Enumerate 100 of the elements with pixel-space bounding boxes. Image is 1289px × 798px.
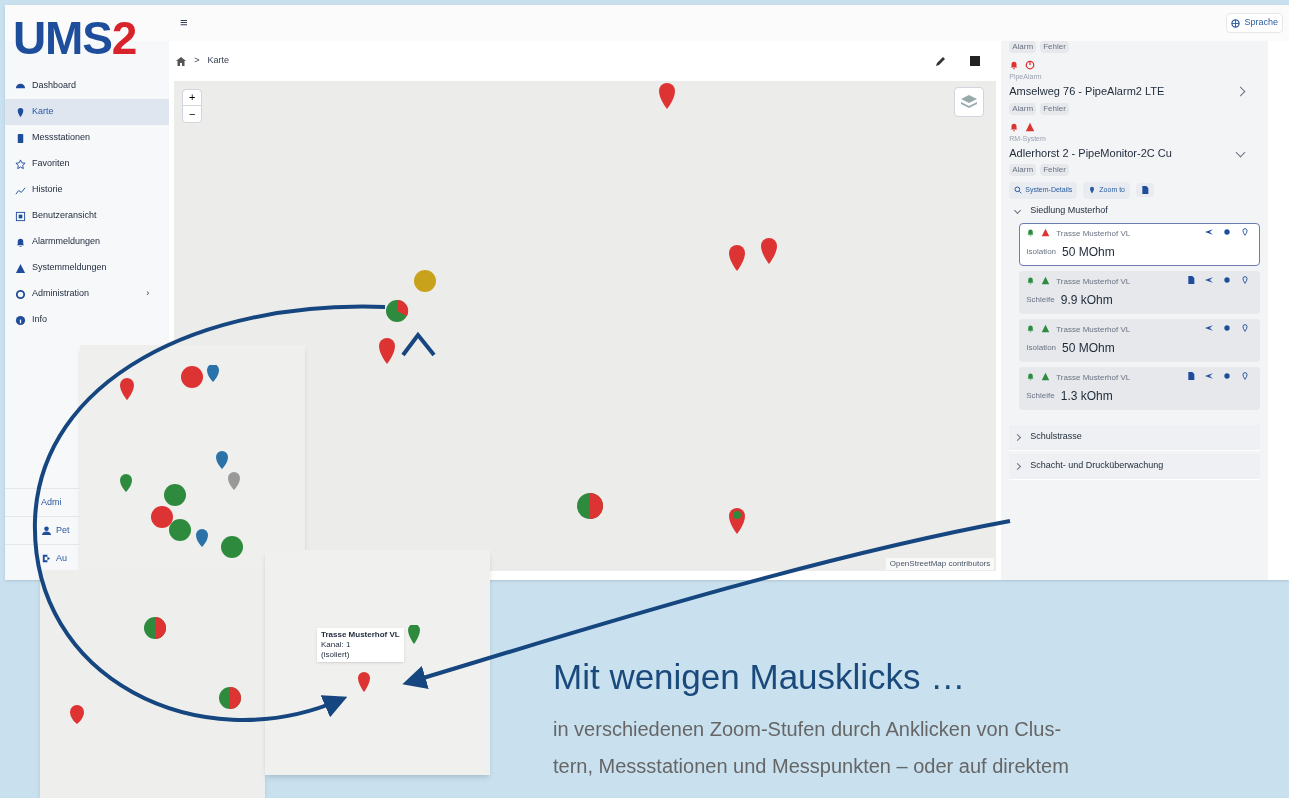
star-icon (15, 158, 26, 170)
breadcrumb-separator: > (194, 54, 200, 68)
body-text: in verschiedenen Zoom-Stufen durch Anklicken von Clus- (553, 716, 1063, 742)
send-icon (1205, 371, 1214, 380)
measuring-point-card[interactable]: Trasse Musterhof VL Isolation 50 MOhm (1019, 222, 1261, 266)
map-attribution: OpenStreetMap contributors (885, 558, 995, 570)
zoom-out-button[interactable]: − (183, 106, 202, 122)
send-icon (1205, 323, 1214, 332)
measure-label: Isolation (1026, 245, 1057, 258)
logo: UMS2 (12, 15, 138, 61)
map-pin-icon (1241, 275, 1250, 284)
status-chip: Alarm (1009, 102, 1037, 115)
document-icon (1187, 371, 1196, 380)
map-pin-icon (15, 106, 26, 118)
sidebar-item[interactable]: Admi (5, 488, 79, 516)
chevron-mark (401, 331, 436, 357)
body-text: tern, Messstationen und Messpunkten – oder auf direktem (553, 753, 1069, 779)
device-icon (15, 132, 26, 144)
measuring-point-card[interactable]: Trasse Musterhof VL Schleife 1.3 kOhm (1019, 366, 1261, 410)
user-icon (41, 525, 52, 536)
measure-value: 50 MOhm (1062, 339, 1115, 357)
map-tooltip: Trasse Musterhof VL Kanal: 1 (isoliert) (317, 628, 404, 662)
measuring-point-card[interactable]: Trasse Musterhof VL Isolation 50 MOhm (1019, 318, 1261, 362)
document-icon (1141, 186, 1149, 195)
circle-icon (1223, 227, 1232, 236)
language-button[interactable]: Sprache (1226, 13, 1283, 33)
warning-icon (1041, 275, 1051, 285)
bell-icon (1009, 60, 1020, 70)
document-icon (1187, 275, 1196, 284)
sidebar-item[interactable]: Systemmeldungen (5, 255, 170, 281)
measure-value: 50 MOhm (1062, 243, 1115, 261)
group-header[interactable]: Siedlung Musterhof (1009, 201, 1261, 220)
sidebar-item[interactable]: Administration › (5, 281, 170, 307)
point-name: Trasse Musterhof VL (1056, 275, 1132, 288)
measure-value: 1.3 kOhm (1060, 387, 1113, 405)
menu-button[interactable]: ≡ (180, 13, 188, 33)
stop-icon[interactable] (970, 56, 981, 66)
home-icon[interactable] (176, 56, 187, 66)
view-icon (15, 210, 26, 222)
system-name[interactable]: Adlerhorst 2 - PipeMonitor-2C Cu (1009, 144, 1172, 161)
system-name[interactable]: Amselweg 76 - PipeAlarm2 LTE (1009, 83, 1165, 100)
measure-label: Schleife (1026, 389, 1055, 402)
status-chip: Fehler (1040, 164, 1069, 176)
sidebar-item[interactable]: Alarmmeldungen (5, 229, 170, 255)
measure-label: Schleife (1026, 293, 1055, 306)
group-header[interactable]: Schacht- und Drucküberwachung (1009, 453, 1261, 480)
status-chip: Alarm (1009, 41, 1037, 53)
map-pin-icon (1088, 186, 1097, 195)
warning-icon (1025, 121, 1036, 132)
breadcrumb-link[interactable]: Karte (207, 54, 230, 68)
circle-icon (1223, 275, 1232, 284)
globe-icon (1231, 18, 1241, 28)
sidebar-item[interactable]: Info (5, 307, 170, 333)
status-chip: Fehler (1040, 102, 1069, 115)
status-chip: Alarm (1009, 164, 1037, 176)
map-pin-icon (1241, 227, 1250, 236)
logout-icon (41, 553, 52, 564)
measuring-point-card[interactable]: Trasse Musterhof VL Schleife 9.9 kOhm (1019, 270, 1261, 314)
sidebar-item[interactable]: Historie (5, 177, 170, 203)
warning-icon (1041, 323, 1051, 333)
bell-icon (1026, 275, 1036, 285)
settings-icon (15, 288, 26, 300)
map-pin-icon (1241, 323, 1250, 332)
document-button[interactable] (1136, 183, 1154, 198)
warning-icon (1041, 227, 1051, 237)
measure-label: Isolation (1026, 341, 1057, 354)
bell-icon (1009, 121, 1020, 132)
warning-icon (15, 262, 26, 274)
bell-icon (1026, 371, 1036, 381)
sidebar-item[interactable]: Pet (5, 516, 79, 544)
circle-icon (1223, 371, 1232, 380)
point-name: Trasse Musterhof VL (1056, 323, 1132, 336)
headline: Mit wenigen Mausklicks … (553, 656, 967, 698)
map[interactable]: + − OpenStreetMap contributors (174, 81, 997, 571)
point-name: Trasse Musterhof VL (1056, 371, 1132, 384)
sidebar-item[interactable]: Benutzeransicht (5, 203, 170, 229)
measure-value: 9.9 kOhm (1060, 291, 1113, 309)
layers-button[interactable] (954, 87, 985, 117)
sidebar-item[interactable]: Messstationen (5, 125, 170, 151)
send-icon (1205, 227, 1214, 236)
warning-icon (1041, 371, 1051, 381)
layers-icon (961, 95, 978, 109)
info-icon (15, 314, 26, 326)
chart-icon (15, 184, 26, 196)
map-pin-icon (1241, 371, 1250, 380)
zoom-in-button[interactable]: + (183, 90, 202, 106)
group-header[interactable]: Schulstrasse (1009, 424, 1261, 451)
bell-icon (1026, 323, 1036, 333)
sidebar-item[interactable]: Favoriten (5, 151, 170, 177)
bell-icon (1026, 227, 1036, 237)
sidebar-item[interactable]: Dashboard (5, 73, 170, 99)
point-name: Trasse Musterhof VL (1056, 227, 1132, 240)
bell-icon (15, 236, 26, 248)
power-icon (1025, 60, 1036, 70)
sidebar-item[interactable]: Karte (5, 99, 170, 125)
send-icon (1205, 275, 1214, 284)
circle-icon (1223, 323, 1232, 332)
pencil-icon[interactable] (935, 55, 947, 67)
search-icon (1014, 186, 1023, 195)
status-chip: Fehler (1040, 41, 1069, 53)
